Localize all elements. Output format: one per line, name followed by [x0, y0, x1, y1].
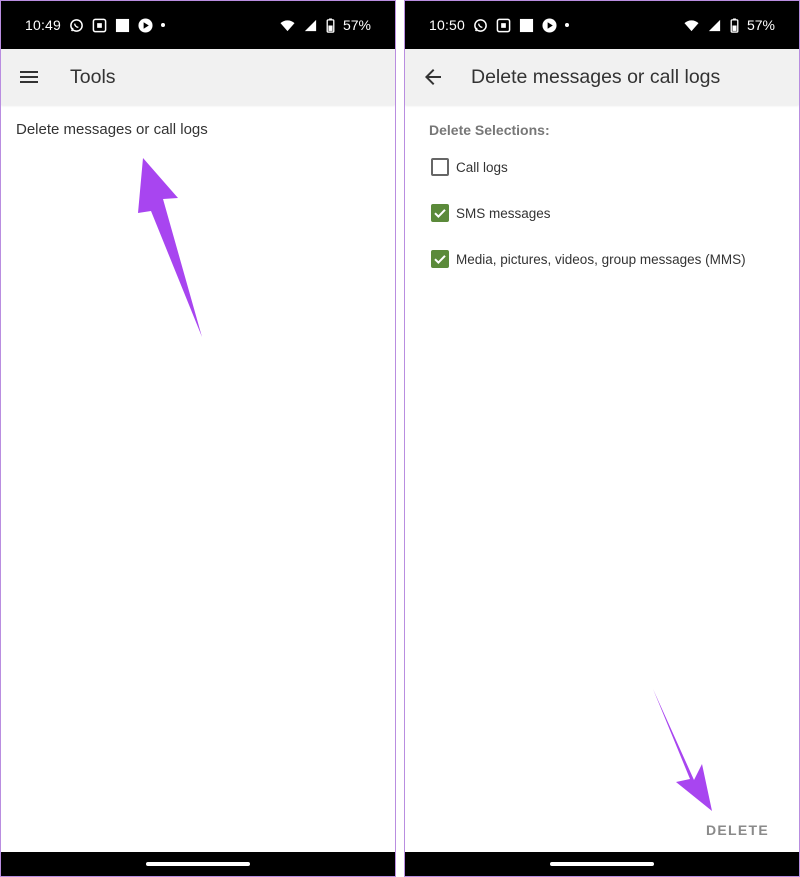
app-bar: Delete messages or call logs	[405, 49, 799, 105]
home-handle[interactable]	[550, 862, 654, 866]
checkbox-label: SMS messages	[456, 205, 551, 221]
battery-icon	[326, 17, 335, 33]
status-bar: 10:50 57%	[405, 1, 799, 49]
section-header: Delete Selections:	[429, 122, 550, 138]
option-sms-messages[interactable]: SMS messages	[431, 204, 551, 222]
wifi-icon	[280, 18, 295, 33]
option-call-logs[interactable]: Call logs	[431, 158, 508, 176]
delete-selections-panel: Delete Selections: Call logs SMS message…	[405, 105, 799, 852]
status-bar: 10:49 57%	[1, 1, 395, 49]
app-bar: Tools	[1, 49, 395, 105]
left-phone-screen: 10:49 57% Tools Delete messages or call …	[0, 0, 396, 877]
gesture-nav-bar	[1, 852, 395, 876]
battery-icon	[730, 17, 739, 33]
square-notification-icon	[115, 18, 130, 33]
status-time: 10:50	[429, 17, 466, 33]
checkbox-label: Call logs	[456, 159, 508, 175]
menu-icon[interactable]	[17, 65, 41, 89]
checkbox-checked-icon[interactable]	[431, 204, 449, 222]
gesture-nav-bar	[405, 852, 799, 876]
checkbox-unchecked-icon[interactable]	[431, 158, 449, 176]
home-handle[interactable]	[146, 862, 250, 866]
option-media-mms[interactable]: Media, pictures, videos, group messages …	[431, 250, 746, 268]
battery-percentage: 57%	[342, 17, 371, 33]
checkbox-checked-icon[interactable]	[431, 250, 449, 268]
more-notifications-dot-icon	[161, 23, 166, 27]
wifi-icon	[684, 18, 699, 33]
screenshot-notification-icon	[496, 18, 511, 33]
square-notification-icon	[519, 18, 534, 33]
battery-percentage: 57%	[746, 17, 775, 33]
right-phone-screen: 10:50 57% Delete messages or call logs D…	[404, 0, 800, 877]
cell-signal-icon	[707, 18, 722, 33]
tools-list: Delete messages or call logs	[1, 105, 395, 852]
cell-signal-icon	[303, 18, 318, 33]
status-time: 10:49	[25, 17, 62, 33]
screenshot-notification-icon	[92, 18, 107, 33]
checkbox-label: Media, pictures, videos, group messages …	[456, 251, 746, 267]
play-notification-icon	[542, 17, 557, 33]
page-title: Tools	[70, 65, 116, 88]
back-arrow-icon[interactable]	[421, 65, 445, 89]
play-notification-icon	[138, 17, 153, 33]
delete-button[interactable]: DELETE	[706, 822, 769, 838]
more-notifications-dot-icon	[565, 23, 570, 27]
page-title: Delete messages or call logs	[471, 65, 721, 88]
menu-item-delete-messages[interactable]: Delete messages or call logs	[16, 121, 208, 138]
whatsapp-notification-icon	[473, 18, 488, 33]
whatsapp-notification-icon	[69, 18, 84, 33]
